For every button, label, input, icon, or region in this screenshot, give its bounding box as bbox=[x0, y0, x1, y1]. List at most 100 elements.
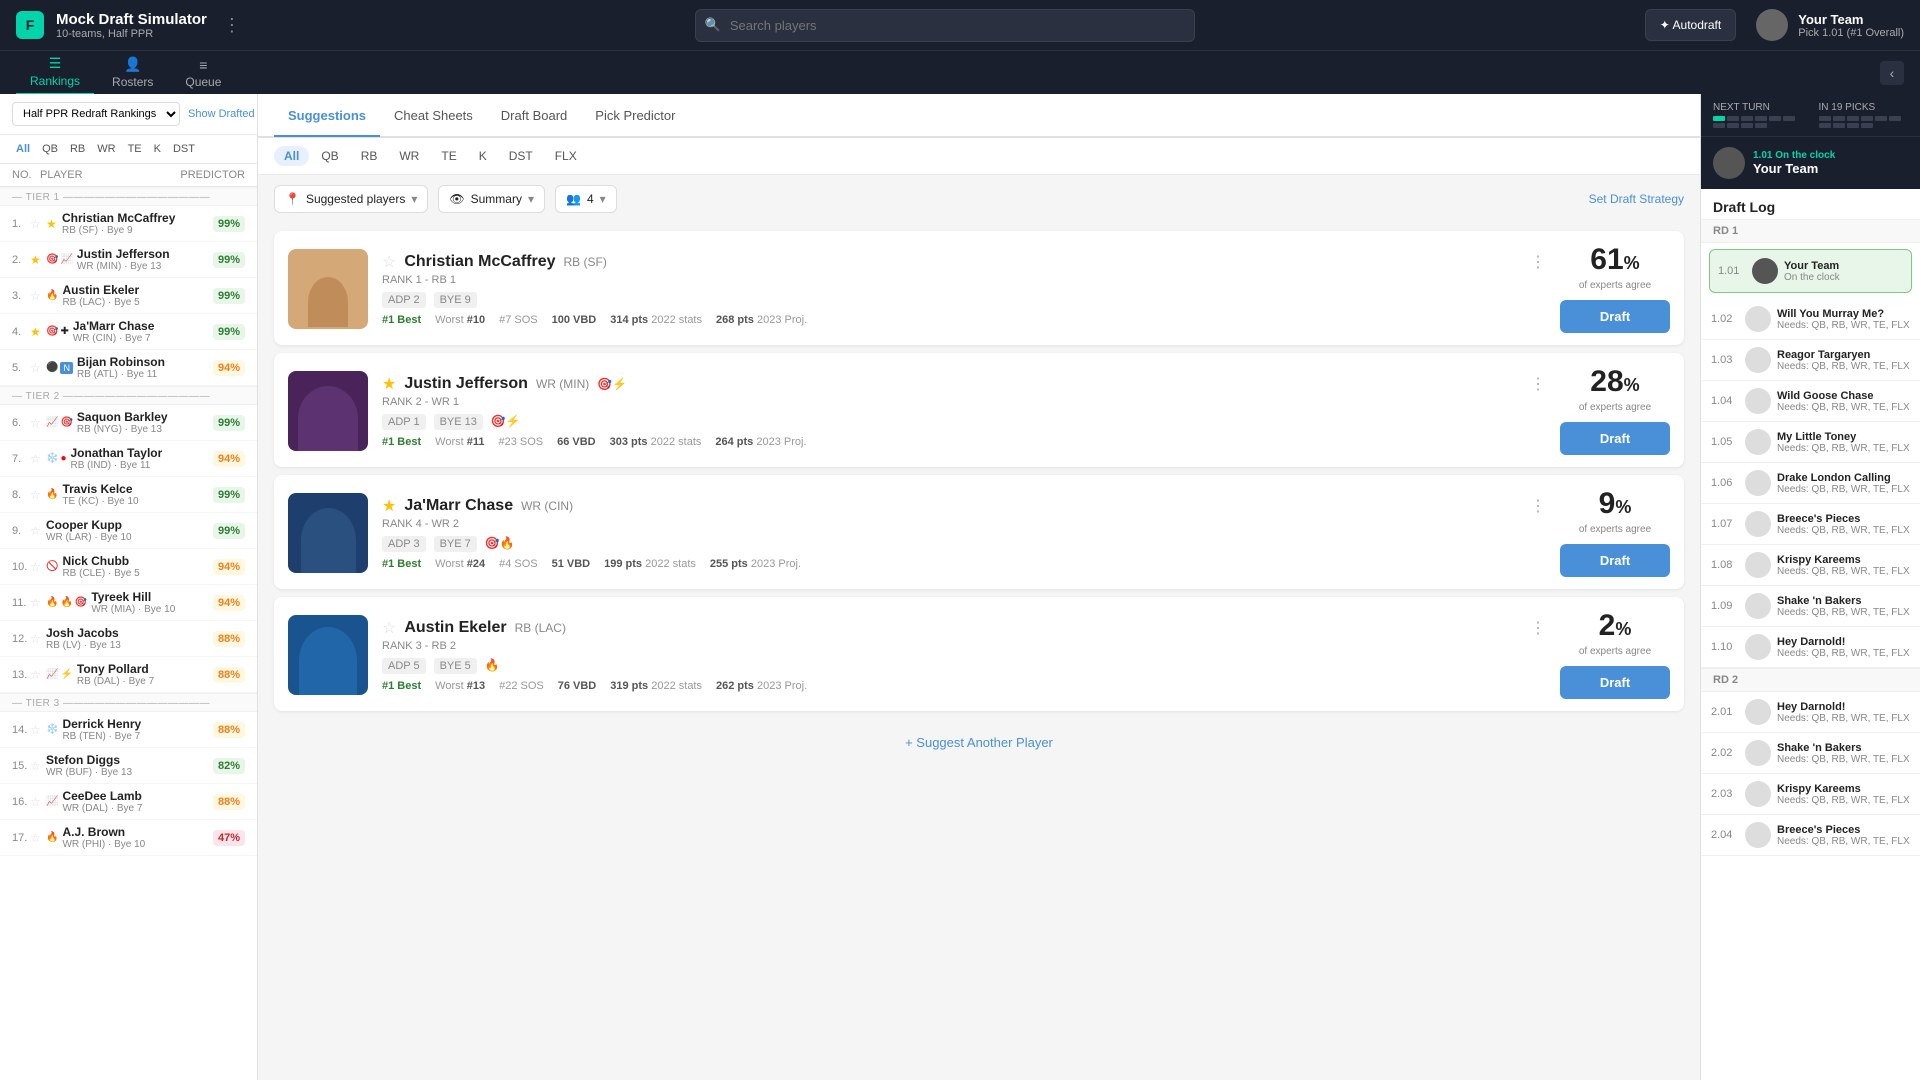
pos-pill-k[interactable]: K bbox=[469, 146, 497, 166]
tab-queue[interactable]: ≡ Queue bbox=[171, 51, 235, 95]
player-row[interactable]: 14. ☆ ❄️ Derrick HenryRB (TEN) · Bye 7 8… bbox=[0, 712, 257, 748]
round-2-header: RD 2 bbox=[1701, 668, 1920, 692]
draft-button-ekeler[interactable]: Draft bbox=[1560, 666, 1670, 699]
player-row[interactable]: 4. ★ 🎯✚ Ja'Marr ChaseWR (CIN) · Bye 7 99… bbox=[0, 314, 257, 350]
set-draft-strategy[interactable]: Set Draft Strategy bbox=[1589, 192, 1684, 206]
draft-pick-1-01[interactable]: 1.01 Your Team On the clock bbox=[1709, 249, 1912, 293]
player-row[interactable]: 3. ☆ 🔥 Austin EkelerRB (LAC) · Bye 5 99% bbox=[0, 278, 257, 314]
player-row[interactable]: 15. ☆ Stefon DiggsWR (BUF) · Bye 13 82% bbox=[0, 748, 257, 784]
draft-pick-1-07[interactable]: 1.07 Breece's Pieces Needs: QB, RB, WR, … bbox=[1701, 504, 1920, 545]
draft-pick-1-05[interactable]: 1.05 My Little Toney Needs: QB, RB, WR, … bbox=[1701, 422, 1920, 463]
avatar bbox=[1756, 9, 1788, 41]
draft-button-chase[interactable]: Draft bbox=[1560, 544, 1670, 577]
right-panel: NEXT TURN IN 19 PICK bbox=[1700, 94, 1920, 1080]
player-photo-chase bbox=[288, 493, 368, 573]
player-row[interactable]: 17. ☆ 🔥 A.J. BrownWR (PHI) · Bye 10 47% bbox=[0, 820, 257, 856]
card-star-ekeler[interactable]: ☆ bbox=[382, 618, 396, 638]
pos-pill-wr[interactable]: WR bbox=[389, 146, 429, 166]
card-pos-jefferson: WR (MIN) bbox=[536, 377, 589, 391]
draft-pick-2-01[interactable]: 2.01 Hey Darnold! Needs: QB, RB, WR, TE,… bbox=[1701, 692, 1920, 733]
player-card-mccaffrey: ☆ Christian McCaffrey RB (SF) ⋮ RANK 1 -… bbox=[274, 231, 1684, 345]
pos-filter-wr[interactable]: WR bbox=[93, 141, 119, 157]
search-bar: 🔍 bbox=[695, 9, 1195, 42]
player-photo-jefferson bbox=[288, 371, 368, 451]
pos-pill-dst[interactable]: DST bbox=[499, 146, 543, 166]
draft-pick-1-10[interactable]: 1.10 Hey Darnold! Needs: QB, RB, WR, TE,… bbox=[1701, 627, 1920, 668]
pos-pill-flx[interactable]: FLX bbox=[545, 146, 587, 166]
player-card-chase: ★ Ja'Marr Chase WR (CIN) ⋮ RANK 4 - WR 2… bbox=[274, 475, 1684, 589]
player-row[interactable]: 16. ☆ 📈 CeeDee LambWR (DAL) · Bye 7 88% bbox=[0, 784, 257, 820]
player-row[interactable]: 10. ☆ 🚫 Nick ChubbRB (CLE) · Bye 5 94% bbox=[0, 549, 257, 585]
player-row[interactable]: 12. ☆ Josh JacobsRB (LV) · Bye 13 88% bbox=[0, 621, 257, 657]
filter-suggested-players[interactable]: 📍Suggested players▾ bbox=[274, 185, 428, 213]
filter-count[interactable]: 👥4▾ bbox=[555, 185, 617, 213]
card-more-mccaffrey[interactable]: ⋮ bbox=[1530, 252, 1546, 272]
player-row[interactable]: 7. ☆ ❄️● Jonathan TaylorRB (IND) · Bye 1… bbox=[0, 441, 257, 477]
draft-pick-1-08[interactable]: 1.08 Krispy Kareems Needs: QB, RB, WR, T… bbox=[1701, 545, 1920, 586]
suggest-another[interactable]: + Suggest Another Player bbox=[258, 719, 1700, 766]
sidebar-collapse[interactable]: ‹ bbox=[1880, 61, 1904, 85]
pos-pill-all[interactable]: All bbox=[274, 146, 309, 166]
tab-rankings[interactable]: ☰ Rankings bbox=[16, 51, 94, 95]
player-photo-ekeler bbox=[288, 615, 368, 695]
card-pos-mccaffrey: RB (SF) bbox=[564, 255, 607, 269]
filter-summary[interactable]: 👁Summary▾ bbox=[438, 185, 545, 213]
pos-pill-qb[interactable]: QB bbox=[311, 146, 348, 166]
player-row[interactable]: 5. ☆ ⚫N Bijan RobinsonRB (ATL) · Bye 11 … bbox=[0, 350, 257, 386]
card-star-jefferson[interactable]: ★ bbox=[382, 374, 396, 394]
card-star-chase[interactable]: ★ bbox=[382, 496, 396, 516]
card-name-chase: Ja'Marr Chase bbox=[404, 497, 513, 515]
draft-button-mccaffrey[interactable]: Draft bbox=[1560, 300, 1670, 333]
player-row[interactable]: 11. ☆ 🔥🔥🎯 Tyreek HillWR (MIA) · Bye 10 9… bbox=[0, 585, 257, 621]
draft-pick-1-06[interactable]: 1.06 Drake London Calling Needs: QB, RB,… bbox=[1701, 463, 1920, 504]
draft-pick-1-09[interactable]: 1.09 Shake 'n Bakers Needs: QB, RB, WR, … bbox=[1701, 586, 1920, 627]
center-tabs: Suggestions Cheat Sheets Draft Board Pic… bbox=[258, 94, 1700, 138]
card-more-ekeler[interactable]: ⋮ bbox=[1530, 618, 1546, 638]
sidebar: Half PPR Redraft Rankings Show Drafted A… bbox=[0, 94, 258, 1080]
card-icons-jefferson: 🎯⚡ bbox=[597, 377, 627, 391]
card-name-ekeler: Austin Ekeler bbox=[404, 619, 506, 637]
pos-filter-all[interactable]: All bbox=[12, 141, 34, 157]
pos-pill-rb[interactable]: RB bbox=[351, 146, 388, 166]
card-more-chase[interactable]: ⋮ bbox=[1530, 496, 1546, 516]
your-team-avatar bbox=[1713, 147, 1745, 179]
pos-filter-dst[interactable]: DST bbox=[169, 141, 199, 157]
tab-rosters[interactable]: 👤 Rosters bbox=[98, 51, 167, 95]
app-logo: F bbox=[16, 11, 44, 39]
draft-pick-2-04[interactable]: 2.04 Breece's Pieces Needs: QB, RB, WR, … bbox=[1701, 815, 1920, 856]
pos-pill-te[interactable]: TE bbox=[431, 146, 466, 166]
autodraft-button[interactable]: ✦ Autodraft bbox=[1645, 9, 1736, 41]
ranking-select[interactable]: Half PPR Redraft Rankings bbox=[12, 102, 180, 126]
draft-pick-1-03[interactable]: 1.03 Reagor Targaryen Needs: QB, RB, WR,… bbox=[1701, 340, 1920, 381]
predictor-sort[interactable]: PREDICTOR bbox=[180, 169, 245, 181]
card-more-jefferson[interactable]: ⋮ bbox=[1530, 374, 1546, 394]
draft-pick-2-03[interactable]: 2.03 Krispy Kareems Needs: QB, RB, WR, T… bbox=[1701, 774, 1920, 815]
pos-filter-qb[interactable]: QB bbox=[38, 141, 62, 157]
player-photo-mccaffrey bbox=[288, 249, 368, 329]
card-star-mccaffrey[interactable]: ☆ bbox=[382, 252, 396, 272]
draft-pick-2-02[interactable]: 2.02 Shake 'n Bakers Needs: QB, RB, WR, … bbox=[1701, 733, 1920, 774]
pos-filter-rb[interactable]: RB bbox=[66, 141, 89, 157]
pos-filter-te[interactable]: TE bbox=[124, 141, 146, 157]
player-row[interactable]: 1. ☆ ★ Christian McCaffreyRB (SF) · Bye … bbox=[0, 206, 257, 242]
player-row[interactable]: 2. ★ 🎯📈 Justin JeffersonWR (MIN) · Bye 1… bbox=[0, 242, 257, 278]
more-options-icon[interactable]: ⋮ bbox=[219, 11, 245, 40]
tier-3-label: — Tier 3 —————————————— bbox=[0, 693, 257, 712]
pos-filter-k[interactable]: K bbox=[150, 141, 165, 157]
tab-draft-board[interactable]: Draft Board bbox=[487, 94, 581, 136]
draft-log-title: Draft Log bbox=[1701, 189, 1920, 219]
show-drafted-button[interactable]: Show Drafted bbox=[188, 108, 255, 120]
tab-suggestions[interactable]: Suggestions bbox=[274, 95, 380, 137]
draft-pick-1-02[interactable]: 1.02 Will You Murray Me? Needs: QB, RB, … bbox=[1701, 299, 1920, 340]
sub-nav: ☰ Rankings 👤 Rosters ≡ Queue ‹ bbox=[0, 50, 1920, 94]
search-input[interactable] bbox=[695, 9, 1195, 42]
draft-pick-1-04[interactable]: 1.04 Wild Goose Chase Needs: QB, RB, WR,… bbox=[1701, 381, 1920, 422]
card-pos-ekeler: RB (LAC) bbox=[515, 621, 566, 635]
tab-pick-predictor[interactable]: Pick Predictor bbox=[581, 94, 689, 136]
player-row[interactable]: 9. ☆ Cooper KuppWR (LAR) · Bye 10 99% bbox=[0, 513, 257, 549]
player-row[interactable]: 8. ☆ 🔥 Travis KelceTE (KC) · Bye 10 99% bbox=[0, 477, 257, 513]
tab-cheat-sheets[interactable]: Cheat Sheets bbox=[380, 94, 487, 136]
draft-button-jefferson[interactable]: Draft bbox=[1560, 422, 1670, 455]
player-row[interactable]: 13. ☆ 📈⚡ Tony PollardRB (DAL) · Bye 7 88… bbox=[0, 657, 257, 693]
player-row[interactable]: 6. ☆ 📈🎯 Saquon BarkleyRB (NYG) · Bye 13 … bbox=[0, 405, 257, 441]
